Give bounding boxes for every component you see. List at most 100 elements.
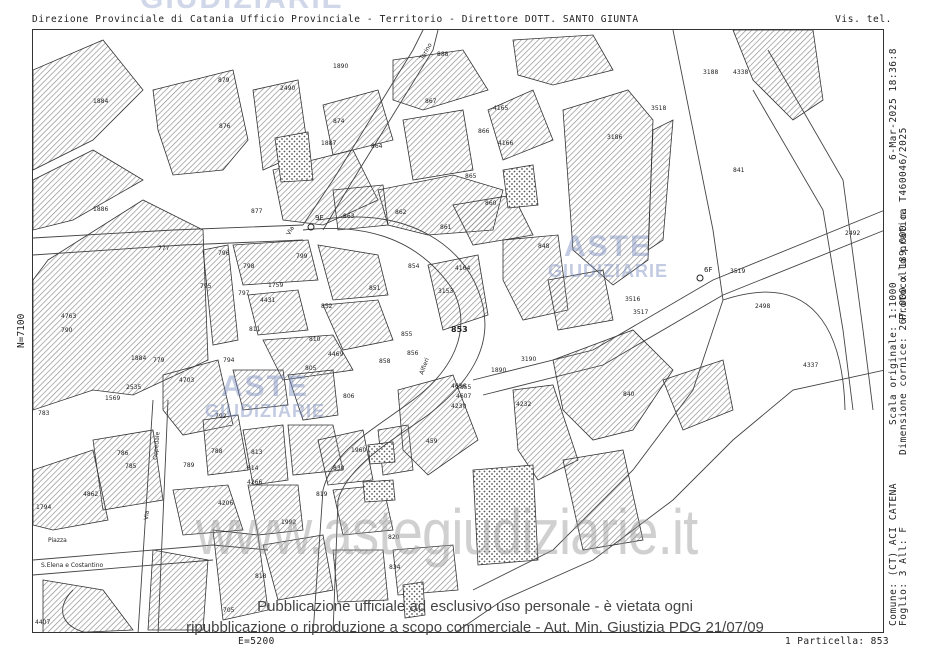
parcel-label-4703: 4703 — [179, 377, 194, 384]
parcel-label-789: 789 — [183, 462, 195, 469]
watermark-site: www.astegiudiziarie.it — [196, 496, 698, 568]
parcel-label-806: 806 — [343, 393, 355, 400]
parcel-label-786: 786 — [117, 450, 129, 457]
parcel-label-3190: 3190 — [521, 356, 536, 363]
side-dimensione: Dimensione cornice: 267.000 x 189.000 m. — [898, 206, 909, 455]
parcel-label-4607: 4607 — [456, 393, 471, 400]
parcel-label-810: 810 — [309, 336, 321, 343]
parcel-label-3153: 3153 — [438, 288, 453, 295]
parcel-label-1887: 1887 — [321, 140, 336, 147]
north-coordinate: N=7100 — [16, 313, 27, 348]
parcel-label-879: 879 — [218, 77, 230, 84]
watermark-aste-1: ASTE GIUDIZIARIE — [548, 230, 669, 281]
parcel-label-876: 876 — [219, 123, 231, 130]
parcel-label-779: 779 — [153, 357, 165, 364]
parcel-label-1759: 1759 — [268, 282, 283, 289]
notice-line-2: ripubblicazione o riproduzione a scopo c… — [186, 619, 764, 636]
street-piazza: Piazza — [48, 537, 67, 544]
parcel-label-1794: 1794 — [36, 504, 51, 511]
parcel-label-851: 851 — [369, 285, 381, 292]
street-alfieri: Alfieri — [418, 357, 431, 376]
parcel-label-2535: 2535 — [126, 384, 141, 391]
parcel-label-853: 853 — [451, 325, 468, 334]
parcel-label-3519: 3519 — [730, 268, 745, 275]
parcel-label-1886: 1886 — [93, 206, 108, 213]
parcel-label-4763: 4763 — [61, 313, 76, 320]
parcel-label-1960: 1960 — [351, 447, 366, 454]
parcel-label-4165: 4165 — [493, 105, 508, 112]
parcel-label-4266: 4266 — [247, 479, 262, 486]
parcel-label-785: 785 — [125, 463, 137, 470]
parcel-label-2492: 2492 — [845, 230, 860, 237]
header-office: Direzione Provinciale di Catania Ufficio… — [32, 14, 639, 25]
parcel-label-788: 788 — [211, 448, 223, 455]
notice-line-1: Pubblicazione ufficiale ad esclusivo uso… — [257, 598, 693, 615]
east-coordinate: E=5200 — [238, 636, 275, 647]
parcel-label-799: 799 — [296, 253, 308, 260]
parcel-label-814: 814 — [247, 465, 259, 472]
marker-6f-icon — [696, 274, 704, 282]
parcel-label-783: 783 — [38, 410, 50, 417]
parcel-label-865: 865 — [465, 173, 477, 180]
street-piazza-name: S.Elena e Costantino — [41, 562, 103, 569]
parcel-label-4469: 4469 — [328, 351, 343, 358]
parcel-label-3516: 3516 — [625, 296, 640, 303]
parcel-label-790: 790 — [61, 327, 73, 334]
parcel-label-866: 866 — [478, 128, 490, 135]
parcel-label-1569: 1569 — [105, 395, 120, 402]
parcel-label-840: 840 — [623, 391, 635, 398]
parcel-label-863: 863 — [343, 213, 355, 220]
parcel-label-4337: 4337 — [803, 362, 818, 369]
parcel-label-2498: 2498 — [755, 303, 770, 310]
parcel-label-4862: 4862 — [83, 491, 98, 498]
parcel-label-4338: 4338 — [733, 69, 748, 76]
parcel-label-854: 854 — [408, 263, 420, 270]
parcel-label-888: 888 — [437, 51, 449, 58]
header-vis-tel: Vis. tel. — [835, 14, 892, 25]
parcel-label-777: 777 — [158, 245, 170, 252]
parcel-label-4164: 4164 — [455, 265, 470, 272]
parcel-label-852: 852 — [321, 303, 333, 310]
parcel-label-818: 818 — [255, 573, 267, 580]
parcel-label-1890: 1890 — [491, 367, 506, 374]
parcel-label-797: 797 — [238, 290, 250, 297]
parcel-label-4230: 4230 — [451, 403, 466, 410]
parcel-label-794: 794 — [223, 357, 235, 364]
parcel-label-877: 877 — [251, 208, 263, 215]
parcel-label-874: 874 — [333, 118, 345, 125]
street-via-3: Via — [143, 510, 151, 520]
parcel-label-855: 855 — [401, 331, 413, 338]
parcel-label-3188: 3188 — [703, 69, 718, 76]
parcel-label-796: 796 — [218, 250, 230, 257]
parcel-label-459: 459 — [426, 438, 438, 445]
parcel-label-858: 858 — [379, 358, 391, 365]
parcel-label-1884: 1884 — [93, 98, 108, 105]
parcel-label-813: 813 — [251, 449, 263, 456]
parcel-label-841: 841 — [733, 167, 745, 174]
parcel-label-4431: 4431 — [260, 297, 275, 304]
parcel-label-862: 862 — [395, 209, 407, 216]
marker-6f-label: 6F — [704, 266, 712, 274]
parcel-label-2490: 2490 — [280, 85, 295, 92]
parcel-label-1890: 1890 — [333, 63, 348, 70]
parcel-label-867: 867 — [425, 98, 437, 105]
parcel-label-795: 795 — [200, 283, 212, 290]
watermark-aste-2: ASTE GIUDIZIARIE — [205, 370, 326, 421]
parcel-label-1884: 1884 — [131, 355, 146, 362]
parcel-label-3517: 3517 — [633, 309, 648, 316]
parcel-label-3518: 3518 — [651, 105, 666, 112]
parcel-label-830: 830 — [333, 465, 345, 472]
parcel-label-856: 856 — [407, 350, 419, 357]
parcel-label-4166: 4166 — [498, 140, 513, 147]
parcel-label-798: 798 — [243, 263, 255, 270]
parcel-label-864: 864 — [371, 143, 383, 150]
marker-9f-label: 9F — [315, 214, 323, 222]
parcel-label-3186: 3186 — [607, 134, 622, 141]
parcel-label-811: 811 — [249, 326, 261, 333]
particella-label: 1 Particella: 853 — [785, 636, 890, 647]
parcel-label-860: 860 — [485, 200, 497, 207]
parcel-label-861: 861 — [440, 224, 452, 231]
parcel-label-4656: 4656 — [451, 383, 466, 390]
street-ospedale: Ospedale — [152, 431, 161, 460]
street-via-1: Via — [285, 225, 296, 237]
